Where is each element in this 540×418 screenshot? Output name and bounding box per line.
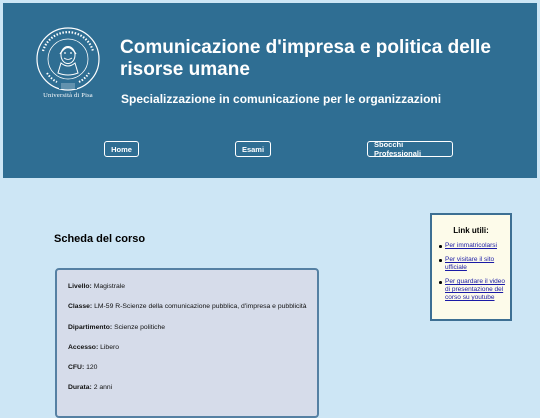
useful-links-list: Per immatricolarsi Per visitare il sito … [439,242,509,308]
field-value: Scienze politiche [114,324,166,331]
site-title: Comunicazione d'impresa e politica delle… [120,37,491,80]
field-row-department: Dipartimento: Scienze politiche [68,324,165,331]
nav-exams-button[interactable]: Esami [235,141,271,157]
field-label: Livello: [68,283,92,290]
field-value: Magistrale [93,283,126,290]
youtube-video-link[interactable]: Per guardare il video di presentazione d… [445,278,505,301]
field-label: Dipartimento: [68,324,113,331]
list-item: Per guardare il video di presentazione d… [439,278,509,302]
university-seal-icon [36,27,100,91]
field-row-access: Accesso: Libero [68,344,119,351]
field-row-class: Classe: LM-59 R-Scienze della comunicazi… [68,303,307,310]
logo-caption: Università di Pisa [43,92,93,99]
field-label: Durata: [68,384,92,391]
official-site-link[interactable]: Per visitare il sito ufficiale [445,256,494,271]
field-value: Libero [100,344,120,351]
field-label: CFU: [68,364,85,371]
nav-careers-button[interactable]: Sbocchi Professionali [367,140,453,158]
field-row-level: Livello: Magistrale [68,283,125,290]
useful-links-box: Link utili: Per immatricolarsi Per visit… [430,213,512,321]
course-info-card: Livello: Magistrale Classe: LM-59 R-Scie… [55,268,319,418]
site-header: Università di Pisa Comunicazione d'impre… [3,3,537,178]
field-row-duration: Durata: 2 anni [68,384,112,391]
list-item: Per visitare il sito ufficiale [439,256,509,272]
field-value: 2 anni [93,384,113,391]
field-label: Classe: [68,303,93,310]
useful-links-title: Link utili: [453,226,489,235]
nav-home-button[interactable]: Home [104,141,139,157]
section-title: Scheda del corso [54,233,146,245]
field-value: 120 [86,364,98,371]
enroll-link[interactable]: Per immatricolarsi [445,242,497,249]
field-label: Accesso: [68,344,99,351]
site-subtitle: Specializzazione in comunicazione per le… [121,92,442,106]
list-item: Per immatricolarsi [439,242,509,250]
field-value: LM-59 R-Scienze della comunicazione pubb… [94,303,307,310]
field-row-cfu: CFU: 120 [68,364,97,371]
